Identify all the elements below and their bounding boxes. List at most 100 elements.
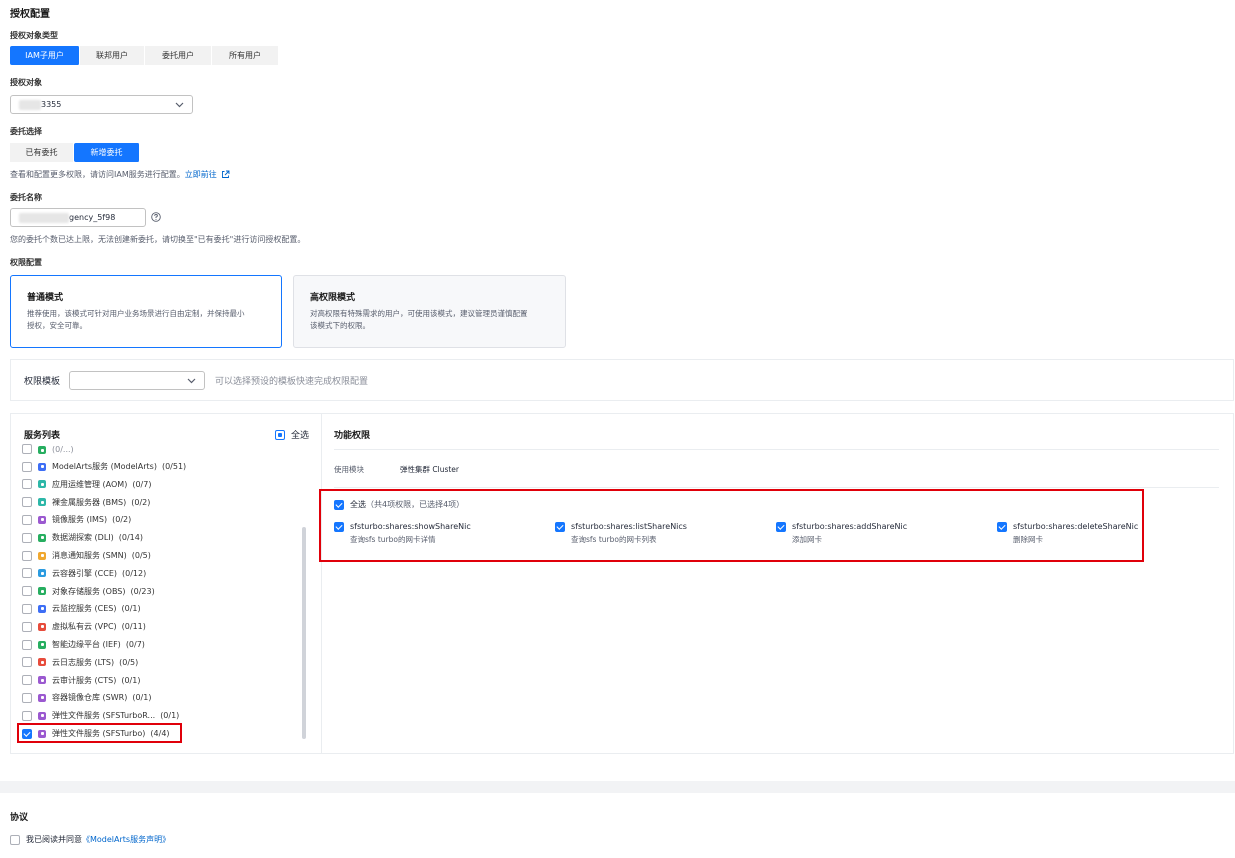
- agreement-title: 协议: [10, 813, 29, 823]
- service-label: ModelArts服务 (ModelArts): [52, 462, 157, 471]
- service-count: (0/7): [132, 479, 152, 489]
- service-checkbox[interactable]: [22, 461, 32, 472]
- service-icon: [38, 693, 46, 702]
- list-item[interactable]: 裸金属服务器 (BMS) (0/2): [22, 494, 150, 511]
- service-checkbox[interactable]: [22, 550, 32, 561]
- service-checkbox[interactable]: [22, 639, 32, 650]
- service-icon: [38, 587, 46, 596]
- service-label: 智能边缘平台 (IEF): [52, 640, 121, 649]
- service-checkbox[interactable]: [22, 444, 32, 454]
- service-checkbox[interactable]: [22, 657, 32, 668]
- service-checkbox[interactable]: [22, 675, 32, 686]
- service-checkbox[interactable]: [22, 586, 32, 597]
- go-now-link[interactable]: 立即前往: [185, 169, 217, 180]
- service-count: (0/51): [161, 462, 187, 471]
- list-item[interactable]: 数据湖探索 (DLI) (0/14): [22, 529, 143, 546]
- service-label: (0/...): [52, 445, 74, 454]
- agency-hint: 查看和配置更多权限，请访问IAM服务进行配置。 立即前往: [10, 169, 230, 180]
- mode-normal-desc-line1: 推荐使用，该模式可针对用户业务场景进行自由定制，并保持最小: [27, 309, 245, 318]
- list-item[interactable]: 云日志服务 (LTS) (0/5): [22, 654, 138, 671]
- section-title: 授权配置: [10, 9, 50, 20]
- list-item[interactable]: 弹性文件服务 (SFSTurboR... (0/1): [22, 707, 179, 724]
- service-count: (0/2): [131, 497, 151, 507]
- mode-card-normal[interactable]: 普通模式 推荐使用，该模式可针对用户业务场景进行自由定制，并保持最小 授权，安全…: [10, 275, 282, 348]
- service-checkbox[interactable]: [22, 692, 32, 703]
- agency-hint-text: 查看和配置更多权限，请访问IAM服务进行配置。: [10, 170, 185, 179]
- service-checkbox[interactable]: [22, 532, 32, 543]
- service-icon: [38, 711, 46, 720]
- service-checkbox[interactable]: [22, 497, 32, 508]
- list-item[interactable]: 云审计服务 (CTS) (0/1): [22, 672, 140, 689]
- service-count: (0/12): [122, 568, 147, 578]
- list-item[interactable]: ModelArts服务 (ModelArts) (0/51): [22, 458, 186, 475]
- service-label: 云监控服务 (CES): [52, 604, 117, 614]
- agency-name-input[interactable]: gency_5f98: [10, 208, 146, 227]
- function-divider-top: [334, 449, 1219, 450]
- service-select-all[interactable]: 全选: [275, 428, 309, 441]
- chevron-down-icon: [175, 102, 184, 107]
- list-item[interactable]: 镜像服务 (IMS) (0/2): [22, 511, 131, 528]
- target-type-agency-user[interactable]: 委托用户: [145, 46, 212, 65]
- service-label: 应用运维管理 (AOM): [52, 479, 128, 489]
- service-count: (0/1): [160, 711, 180, 721]
- agency-existing-option[interactable]: 已有委托: [10, 143, 74, 162]
- permission-config-label: 权限配置: [10, 258, 42, 267]
- service-label: 裸金属服务器 (BMS): [52, 497, 127, 507]
- service-select-all-checkbox[interactable]: [275, 429, 285, 440]
- service-icon: [38, 569, 46, 578]
- service-count: (0/1): [121, 675, 141, 685]
- list-item[interactable]: 应用运维管理 (AOM) (0/7): [22, 476, 151, 493]
- agreement-checkbox[interactable]: [10, 834, 20, 845]
- module-value: 弹性集群 Cluster: [400, 465, 460, 474]
- service-count: (0/23): [130, 586, 155, 596]
- agency-choice-label: 委托选择: [10, 127, 42, 136]
- mode-normal-desc-line2: 授权，安全可靠。: [27, 321, 87, 330]
- list-item[interactable]: 容器镜像仓库 (SWR) (0/1): [22, 689, 151, 706]
- service-list-scrollbar[interactable]: [302, 527, 306, 739]
- help-icon[interactable]: [151, 212, 161, 222]
- service-label: 消息通知服务 (SMN): [52, 551, 127, 560]
- list-item-partial[interactable]: (0/...): [22, 443, 74, 454]
- list-item[interactable]: 消息通知服务 (SMN) (0/5): [22, 547, 151, 564]
- template-label: 权限模板: [24, 377, 61, 387]
- function-divider-mid: [334, 487, 1219, 488]
- target-select[interactable]: 3355: [10, 95, 193, 114]
- service-checkbox[interactable]: [22, 514, 32, 525]
- external-link-icon[interactable]: [221, 170, 230, 179]
- service-label: 虚拟私有云 (VPC): [52, 622, 117, 632]
- service-checkbox[interactable]: [22, 568, 32, 579]
- list-item[interactable]: 云容器引擎 (CCE) (0/12): [22, 565, 146, 582]
- highlight-box-service: [17, 723, 182, 743]
- agreement-text: 我已阅读并同意: [26, 835, 82, 844]
- service-checkbox[interactable]: [22, 479, 32, 490]
- service-count: (0/14): [118, 533, 143, 543]
- service-checkbox[interactable]: [22, 603, 32, 614]
- service-checkbox[interactable]: [22, 710, 32, 721]
- list-item[interactable]: 云监控服务 (CES) (0/1): [22, 600, 141, 617]
- service-icon: [38, 533, 46, 542]
- mode-card-high[interactable]: 高权限模式 对高权限有特殊需求的用户，可使用该模式，建议管理员谨慎配置 该模式下…: [293, 275, 566, 348]
- service-count: (0/5): [119, 657, 139, 667]
- target-type-iam-user[interactable]: IAM子用户: [10, 46, 80, 65]
- agreement-link[interactable]: 《ModelArts服务声明》: [82, 834, 170, 845]
- mode-high-title: 高权限模式: [310, 293, 356, 303]
- agency-new-option[interactable]: 新增委托: [74, 143, 140, 162]
- mode-high-desc-line1: 对高权限有特殊需求的用户，可使用该模式，建议管理员谨慎配置: [310, 309, 528, 318]
- module-label: 使用模块: [334, 465, 364, 474]
- service-label: 容器镜像仓库 (SWR): [52, 693, 128, 703]
- target-type-all-users[interactable]: 所有用户: [212, 46, 279, 65]
- target-type-federated-user[interactable]: 联邦用户: [80, 46, 145, 65]
- service-checkbox[interactable]: [22, 621, 32, 632]
- service-icon: [38, 640, 46, 649]
- list-item[interactable]: 智能边缘平台 (IEF) (0/7): [22, 636, 145, 653]
- list-item[interactable]: 虚拟私有云 (VPC) (0/11): [22, 618, 146, 635]
- service-icon: [38, 551, 46, 560]
- list-item[interactable]: 对象存储服务 (OBS) (0/23): [22, 583, 155, 600]
- target-label: 授权对象: [10, 78, 42, 87]
- agency-limit-hint: 您的委托个数已达上限，无法创建新委托，请切换至"已有委托"进行访问授权配置。: [10, 235, 306, 244]
- agency-name-value: gency_5f98: [69, 213, 116, 222]
- agency-choice-segmented: 已有委托 新增委托: [10, 143, 140, 162]
- panel-divider: [321, 413, 322, 754]
- service-permission-panel: [10, 413, 1234, 754]
- template-select[interactable]: [69, 371, 205, 390]
